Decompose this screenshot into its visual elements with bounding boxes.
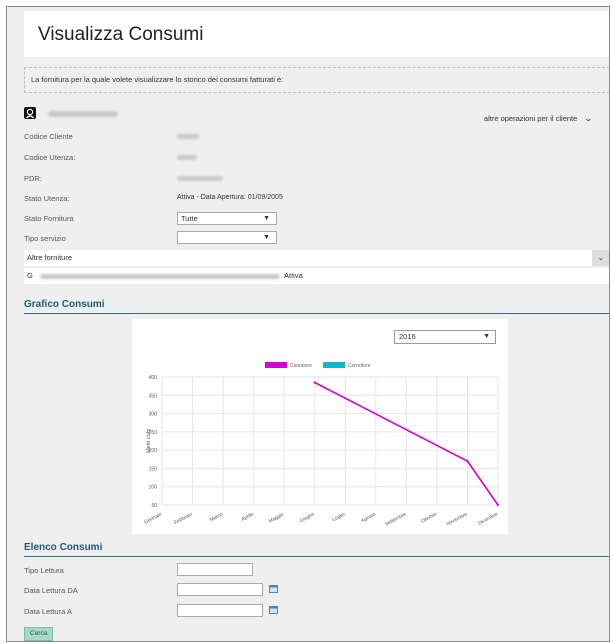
stato-fornitura-select[interactable]: Tutte ▼: [177, 212, 277, 225]
data-lettura-a-input[interactable]: [177, 604, 263, 617]
supply-notice: La fornitura per la quale volete visuali…: [24, 67, 609, 93]
client-row: altre operazioni per il cliente ⌄: [24, 107, 609, 127]
data-lettura-da-label: Data Lettura DA: [24, 586, 78, 595]
data-point: [466, 460, 469, 463]
x-tick-label: Marzo: [209, 511, 224, 523]
tipo-lettura-label: Tipo Lettura: [24, 566, 64, 575]
y-tick-label: 150: [149, 466, 158, 472]
cerca-button[interactable]: Cerca: [24, 627, 54, 641]
x-tick-label: Ottobre: [420, 511, 438, 524]
y-tick-label: 100: [149, 485, 158, 491]
tipo-lettura-input[interactable]: [177, 563, 253, 576]
x-tick-label: Aprile: [240, 511, 254, 522]
y-tick-label: 50: [151, 503, 157, 509]
legend-label: Correttore: [348, 363, 371, 369]
grafico-section-title: Grafico Consumi: [24, 299, 609, 314]
x-tick-label: Gennaio: [143, 511, 163, 525]
legend-label: Contatore: [290, 363, 312, 369]
supply-address-redacted: [40, 274, 280, 279]
pdr-value: [177, 176, 223, 183]
elenco-section-title: Elenco Consumi: [24, 542, 609, 557]
codice-utenza-label: Codice Utenza:: [24, 153, 76, 162]
page-title: Visualizza Consumi: [38, 24, 204, 45]
stato-fornitura-label: Stato Fornitura: [24, 214, 74, 223]
x-tick-label: Luglio: [332, 511, 347, 523]
x-tick-label: Febbraio: [173, 511, 193, 526]
data-point: [313, 381, 316, 384]
y-tick-label: 400: [149, 375, 158, 381]
other-operations-menu[interactable]: altre operazioni per il cliente ⌄: [483, 114, 594, 123]
codice-cliente-value: [177, 134, 199, 141]
data-lettura-a-label: Data Lettura A: [24, 607, 72, 616]
codice-utenza-value: [177, 155, 197, 162]
client-name-redacted: [48, 111, 118, 117]
altre-forniture-dropdown[interactable]: Altre forniture ⌄: [24, 250, 609, 266]
chevron-down-icon: ⌄: [583, 114, 594, 123]
dropdown-arrow-icon: ▼: [263, 234, 270, 241]
other-operations-label: altre operazioni per il cliente: [483, 114, 578, 123]
x-tick-label: Maggio: [268, 511, 285, 524]
stato-fornitura-selected: Tutte: [181, 214, 198, 223]
codice-cliente-label: Codice Cliente: [24, 132, 73, 141]
x-tick-label: Novembre: [445, 511, 468, 527]
data-lettura-da-input[interactable]: [177, 583, 263, 596]
tipo-servizio-select[interactable]: ▼: [177, 231, 277, 244]
data-point: [496, 503, 500, 507]
consumption-chart-panel: 2016 ▼ 50 100 150 200 250 300 350 400 Gennaio Feb…: [132, 319, 508, 534]
dropdown-arrow-icon: ▼: [263, 215, 270, 222]
x-tick-label: Giugno: [299, 511, 316, 524]
supply-status: Attiva: [284, 271, 303, 280]
x-tick-label: Settembre: [384, 511, 407, 527]
consumption-line-chart: 50100150200250300350400Gennaio Febbraio Ma…: [143, 362, 500, 528]
page-frame: Visualizza Consumi La fornitura per la q…: [6, 6, 610, 642]
legend-swatch: [323, 362, 345, 368]
client-person-icon: [24, 107, 36, 119]
stato-utenza-value: Attiva - Data Apertura: 01/09/2005: [177, 194, 283, 201]
legend-swatch: [265, 362, 287, 368]
chevron-down-icon[interactable]: ⌄: [592, 250, 609, 266]
tipo-servizio-label: Tipo servizio: [24, 234, 66, 243]
calendar-icon[interactable]: [269, 585, 278, 593]
stato-utenza-label: Stato Utenza:: [24, 194, 70, 203]
altre-forniture-item[interactable]: G Attiva: [24, 268, 609, 284]
pdr-label: PDR:: [24, 174, 42, 183]
x-tick-label: Agosto: [360, 511, 377, 524]
x-tick-label: Dicembre: [477, 511, 499, 526]
y-tick-label: 300: [149, 412, 158, 418]
calendar-icon[interactable]: [269, 606, 278, 614]
y-axis-label: Metri cubi: [146, 429, 152, 453]
altre-forniture-label: Altre forniture: [27, 253, 73, 262]
title-panel: Visualizza Consumi: [24, 11, 609, 57]
y-tick-label: 350: [149, 393, 158, 399]
supply-type-letter: G: [27, 271, 33, 280]
